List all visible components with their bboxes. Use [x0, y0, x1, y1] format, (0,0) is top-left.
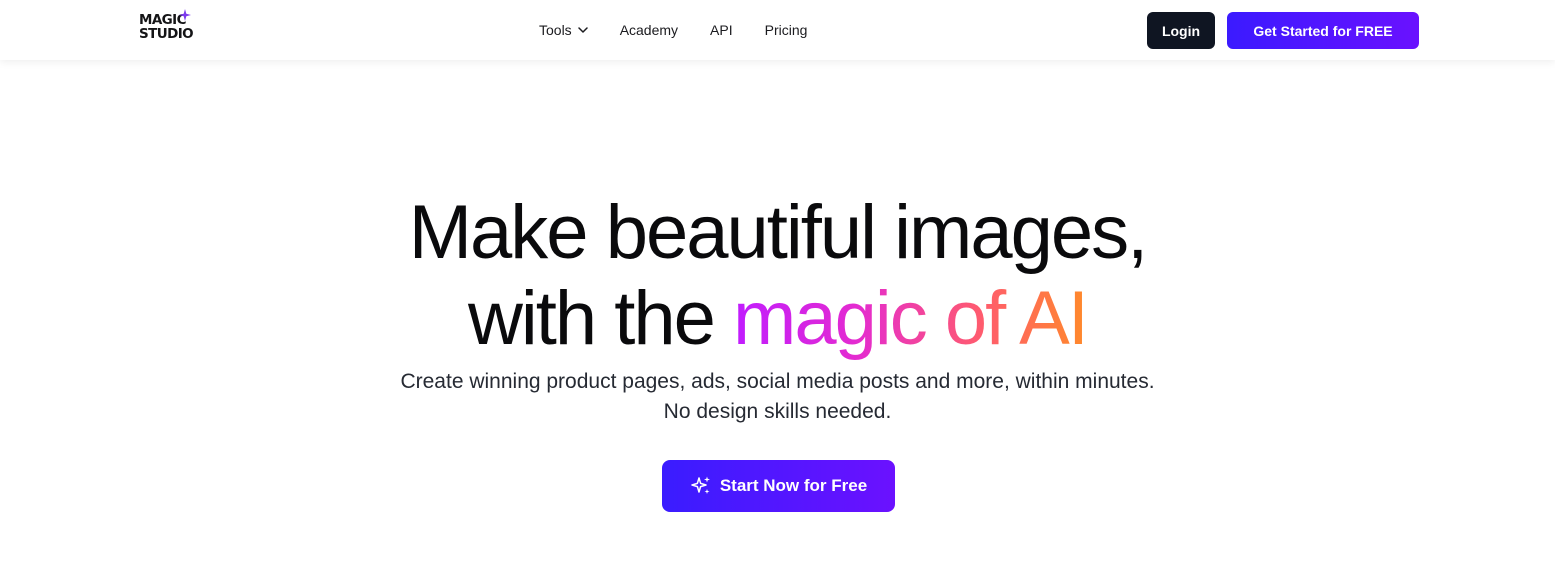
hero-subtitle-line1: Create winning product pages, ads, socia…	[400, 370, 1155, 393]
hero-title-highlight: magic of AI	[733, 276, 1089, 361]
hero-subtitle: Create winning product pages, ads, socia…	[0, 367, 1555, 427]
top-navbar: MAGIC STUDIO Tools Academy API Pricing L…	[0, 0, 1555, 60]
start-now-button[interactable]: Start Now for Free	[662, 460, 895, 512]
get-started-button[interactable]: Get Started for FREE	[1227, 12, 1419, 49]
sparkles-icon	[691, 476, 710, 494]
chevron-down-icon	[577, 27, 588, 33]
nav-academy[interactable]: Academy	[620, 20, 678, 40]
nav-api[interactable]: API	[710, 20, 733, 40]
start-now-label: Start Now for Free	[719, 476, 868, 495]
logo-text-line2: STUDIO	[139, 26, 194, 42]
nav-tools[interactable]: Tools	[539, 20, 588, 40]
hero-title-line1: Make beautiful images,	[408, 190, 1149, 275]
sparkle-icon	[179, 9, 191, 21]
hero-title: Make beautiful images, with the magic of…	[0, 190, 1555, 362]
main-nav: Tools Academy API Pricing	[539, 20, 807, 40]
login-button[interactable]: Login	[1147, 12, 1215, 49]
nav-tools-label: Tools	[539, 22, 572, 38]
magic-studio-logo[interactable]: MAGIC STUDIO	[139, 9, 201, 49]
nav-pricing[interactable]: Pricing	[765, 20, 808, 40]
hero-subtitle-line2: No design skills needed.	[663, 400, 892, 423]
logo-text-line1: MAGIC	[139, 12, 187, 28]
hero-title-line2-plain: with the	[467, 276, 734, 361]
